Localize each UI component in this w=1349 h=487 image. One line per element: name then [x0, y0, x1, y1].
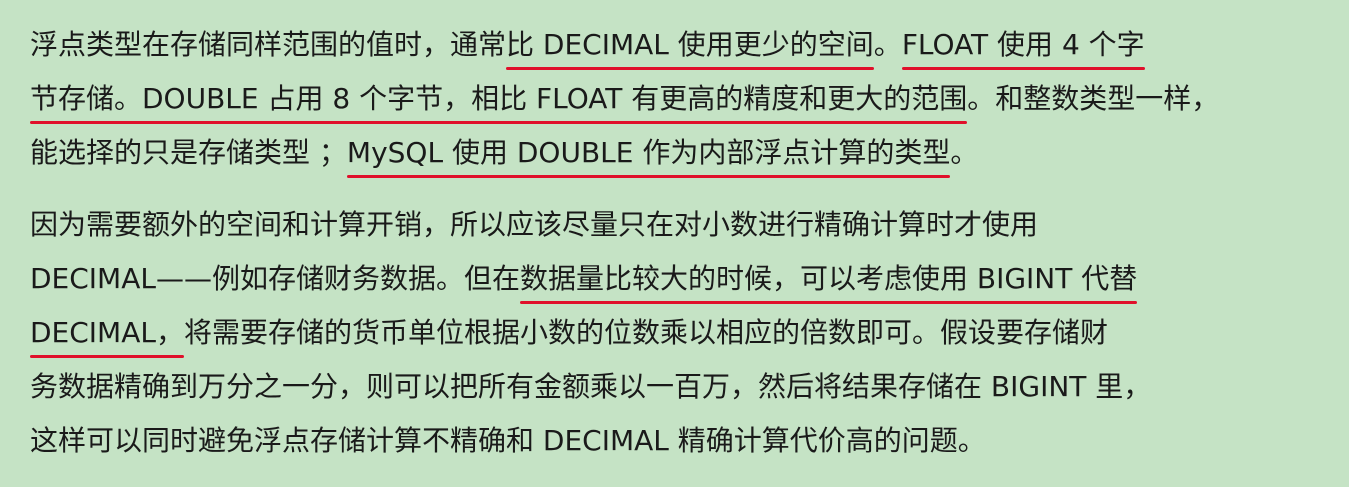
underlined-text: FLOAT 使用 4 个字 — [901, 28, 1145, 61]
text-segment: 务数据精确到万分之一分，则可以把所有金额乘以一百万，然后将结果存储在 BIGIN… — [30, 370, 1152, 403]
underlined-text: 节存储。DOUBLE 占用 8 个字节，相比 FLOAT 有更高的精度和更大的范… — [30, 82, 968, 115]
text-line: DECIMAL，将需要存储的货币单位根据小数的位数乘以相应的倍数即可。假设要存储… — [30, 306, 1320, 360]
text-line: DECIMAL——例如存储财务数据。但在数据量比较大的时候，可以考虑使用 BIG… — [30, 252, 1320, 306]
text-line: 因为需要额外的空间和计算开销，所以应该尽量只在对小数进行精确计算时才使用 — [30, 198, 1320, 252]
text-line: 能选择的只是存储类型 ；MySQL 使用 DOUBLE 作为内部浮点计算的类型。 — [30, 126, 1320, 180]
text-line: 这样可以同时避免浮点存储计算不精确和 DECIMAL 精确计算代价高的问题。 — [30, 414, 1320, 468]
text-line: 节存储。DOUBLE 占用 8 个字节，相比 FLOAT 有更高的精度和更大的范… — [30, 72, 1320, 126]
underlined-text: MySQL 使用 DOUBLE 作为内部浮点计算的类型 — [346, 136, 951, 169]
underlined-text: 数据量比较大的时候，可以考虑使用 BIGINT 代替 — [519, 262, 1138, 295]
text-segment: 能选择的只是存储类型 ； — [30, 136, 347, 169]
underlined-text: DECIMAL， — [30, 316, 184, 349]
text-segment: 因为需要额外的空间和计算开销，所以应该尽量只在对小数进行精确计算时才使用 — [30, 208, 1039, 241]
text-segment: 。 — [873, 28, 902, 61]
text-line: 务数据精确到万分之一分，则可以把所有金额乘以一百万，然后将结果存储在 BIGIN… — [30, 360, 1320, 414]
text-segment: 浮点类型在存储同样范围的值时，通常 — [30, 28, 507, 61]
text-segment: 将需要存储的货币单位根据小数的位数乘以相应的倍数即可。假设要存储财 — [183, 316, 1108, 349]
paragraph-decimal-usage: 因为需要额外的空间和计算开销，所以应该尽量只在对小数进行精确计算时才使用 DECI… — [30, 198, 1320, 468]
text-segment: 这样可以同时避免浮点存储计算不精确和 DECIMAL 精确计算代价高的问题。 — [30, 424, 986, 457]
paragraph-float-types: 浮点类型在存储同样范围的值时，通常比 DECIMAL 使用更少的空间。FLOAT… — [30, 18, 1320, 180]
document-page: 浮点类型在存储同样范围的值时，通常比 DECIMAL 使用更少的空间。FLOAT… — [0, 0, 1349, 487]
text-segment: 。和整数类型一样， — [967, 82, 1220, 115]
text-segment: 。 — [950, 136, 979, 169]
text-line: 浮点类型在存储同样范围的值时，通常比 DECIMAL 使用更少的空间。FLOAT… — [30, 18, 1320, 72]
text-segment: DECIMAL——例如存储财务数据。但在 — [30, 262, 520, 295]
underlined-text: 比 DECIMAL 使用更少的空间 — [506, 28, 874, 61]
